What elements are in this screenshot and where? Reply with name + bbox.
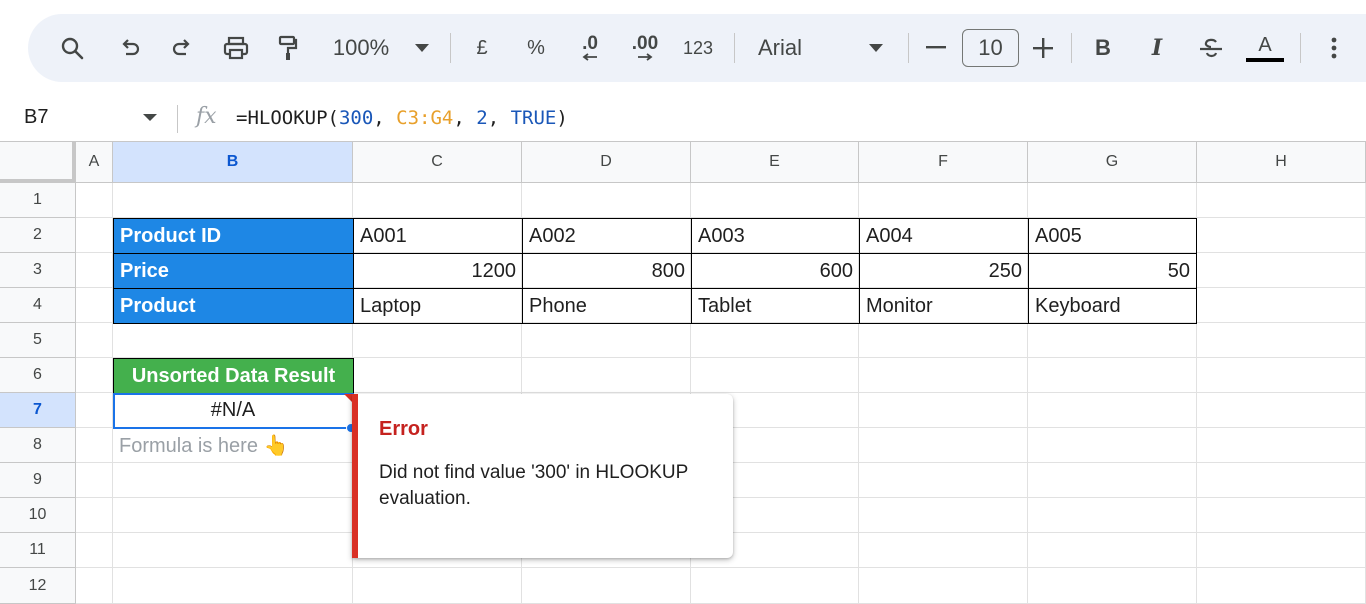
increase-decimal-button[interactable]: .00: [624, 14, 666, 82]
formula-token: C3:G4: [396, 107, 454, 129]
text-color-button[interactable]: A: [1246, 14, 1284, 82]
result-label[interactable]: Unsorted Data Result: [113, 358, 354, 394]
error-indicator-icon: [344, 394, 352, 402]
increase-decimal-label: .00: [631, 33, 659, 54]
toolbar-divider: [734, 33, 735, 63]
more-formats-button[interactable]: 123: [679, 14, 717, 82]
italic-button[interactable]: I: [1144, 14, 1170, 82]
row-header-8[interactable]: 8: [0, 428, 76, 463]
cell-product[interactable]: Tablet: [691, 288, 860, 324]
formula-token: ,: [373, 107, 397, 129]
cell-product-id[interactable]: A004: [859, 218, 1029, 254]
column-header-c[interactable]: C: [353, 142, 522, 183]
row-header-3[interactable]: 3: [0, 253, 76, 288]
column-header-h[interactable]: H: [1197, 142, 1366, 183]
select-all-corner[interactable]: [0, 142, 76, 183]
increase-font-size-icon[interactable]: [1031, 14, 1055, 82]
error-message: Did not find value '300' in HLOOKUP eval…: [379, 462, 688, 509]
gridline-horizontal: [76, 567, 1366, 568]
toolbar-divider: [450, 33, 451, 63]
print-icon[interactable]: [219, 14, 253, 82]
percent-format-button[interactable]: %: [522, 14, 550, 82]
cell-price[interactable]: 600: [691, 253, 860, 289]
decrease-font-size-icon[interactable]: [925, 14, 947, 82]
row-header-12[interactable]: 12: [0, 568, 76, 604]
formula-input[interactable]: =HLOOKUP(300, C3:G4, 2, TRUE): [236, 107, 568, 129]
formula-token: TRUE: [510, 107, 557, 129]
formula-token: ,: [487, 107, 511, 129]
row-header-4[interactable]: 4: [0, 288, 76, 323]
search-icon[interactable]: [56, 14, 88, 82]
cell-product[interactable]: Laptop: [353, 288, 523, 324]
decrease-decimal-button[interactable]: .0: [570, 14, 610, 82]
text-color-swatch: [1246, 58, 1284, 62]
cell-price[interactable]: 250: [859, 253, 1029, 289]
result-cell[interactable]: #N/A: [113, 393, 354, 428]
undo-icon[interactable]: [114, 14, 146, 82]
decrease-decimal-label: .0: [582, 33, 598, 54]
row-header-9[interactable]: 9: [0, 463, 76, 498]
chevron-down-icon[interactable]: [143, 114, 157, 121]
toolbar-area: 100% £ % .0 .00 123 Arial 10 B I A: [0, 0, 1366, 96]
formula-token: ,: [453, 107, 477, 129]
cell-price[interactable]: 1200: [353, 253, 523, 289]
formula-hint[interactable]: Formula is here 👆: [113, 428, 353, 463]
arrow-left-icon: [582, 53, 597, 61]
row-header-5[interactable]: 5: [0, 323, 76, 358]
zoom-select[interactable]: 100%: [328, 14, 394, 82]
cell-price[interactable]: 50: [1028, 253, 1197, 289]
cell-product-id[interactable]: A003: [691, 218, 860, 254]
fx-icon: fx: [196, 104, 217, 129]
redo-icon[interactable]: [166, 14, 198, 82]
paint-format-icon[interactable]: [273, 14, 303, 82]
row-header-7[interactable]: 7: [0, 393, 76, 428]
formula-bar: B7 fx =HLOOKUP(300, C3:G4, 2, TRUE): [0, 96, 1366, 142]
column-header-b[interactable]: B: [113, 142, 353, 183]
column-header-e[interactable]: E: [691, 142, 859, 183]
column-header-f[interactable]: F: [859, 142, 1028, 183]
formula-token: =HLOOKUP(: [236, 107, 339, 129]
row-label-product[interactable]: Product: [113, 288, 354, 324]
column-header-d[interactable]: D: [522, 142, 691, 183]
row-label-price[interactable]: Price: [113, 253, 354, 289]
currency-format-button[interactable]: £: [468, 14, 496, 82]
row-header-10[interactable]: 10: [0, 498, 76, 533]
cell-product[interactable]: Monitor: [859, 288, 1029, 324]
cell-price[interactable]: 800: [522, 253, 692, 289]
chevron-down-icon[interactable]: [866, 14, 886, 82]
bold-button[interactable]: B: [1090, 14, 1116, 82]
arrow-right-icon: [638, 53, 653, 61]
formula-bar-divider: [177, 105, 178, 133]
cell-product-id[interactable]: A001: [353, 218, 523, 254]
toolbar-divider: [1300, 33, 1301, 63]
chevron-down-icon[interactable]: [412, 14, 432, 82]
formula-token: 300: [338, 107, 374, 129]
toolbar: 100% £ % .0 .00 123 Arial 10 B I A: [28, 14, 1366, 82]
toolbar-divider: [908, 33, 909, 63]
column-header-g[interactable]: G: [1028, 142, 1197, 183]
name-box[interactable]: B7: [24, 106, 48, 129]
formula-token: ): [556, 107, 568, 129]
cell-product-id[interactable]: A002: [522, 218, 692, 254]
font-select[interactable]: Arial: [758, 14, 810, 82]
cell-product[interactable]: Phone: [522, 288, 692, 324]
text-color-label: A: [1258, 34, 1272, 56]
row-header-6[interactable]: 6: [0, 358, 76, 393]
cell-product[interactable]: Keyboard: [1028, 288, 1197, 324]
error-title: Error: [379, 418, 428, 440]
row-header-2[interactable]: 2: [0, 218, 76, 253]
row-header-11[interactable]: 11: [0, 533, 76, 568]
font-size-input[interactable]: 10: [962, 29, 1019, 67]
column-header-a[interactable]: A: [76, 142, 113, 183]
row-label-product-id[interactable]: Product ID: [113, 218, 354, 254]
strikethrough-icon[interactable]: [1196, 14, 1226, 82]
cell-product-id[interactable]: A005: [1028, 218, 1197, 254]
toolbar-divider: [1071, 33, 1072, 63]
error-tooltip: Error Did not find value '300' in HLOOKU…: [352, 394, 733, 558]
formula-token: 2: [476, 107, 488, 129]
row-header-1[interactable]: 1: [0, 183, 76, 218]
more-options-icon[interactable]: [1324, 14, 1344, 82]
